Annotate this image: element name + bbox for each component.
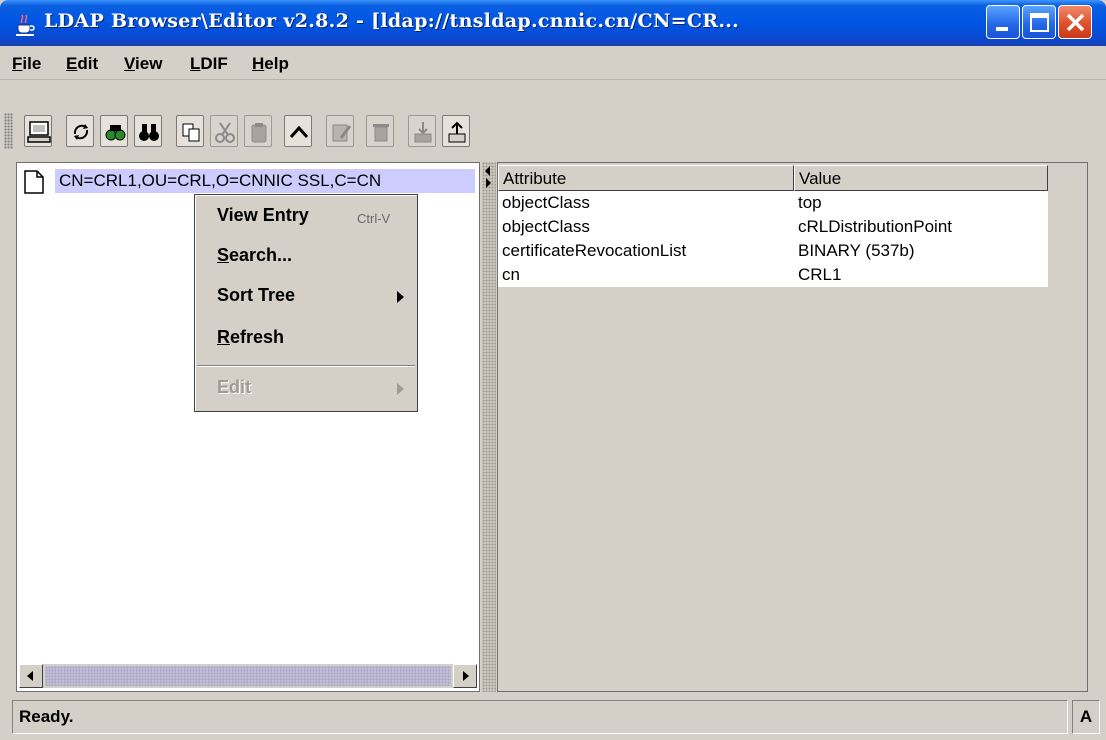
menu-help[interactable]: Help: [252, 54, 289, 74]
import-icon: [414, 122, 432, 143]
copy-icon: [182, 123, 200, 142]
split-pane-divider[interactable]: [482, 162, 496, 692]
attribute-cell: objectClass: [502, 217, 590, 236]
edit-entry-icon: [332, 124, 352, 142]
table-row[interactable]: objectClass cRLDistributionPoint: [498, 215, 1048, 239]
delete-icon: [373, 124, 389, 142]
scroll-right-button[interactable]: [453, 664, 477, 688]
connect-button[interactable]: [24, 115, 52, 147]
tree-node[interactable]: CN=CRL1,OU=CRL,O=CNNIC SSL,C=CN: [21, 169, 477, 194]
menu-item-refresh[interactable]: Refresh: [217, 327, 284, 348]
table-row[interactable]: certificateRevocationList BINARY (537b): [498, 239, 1048, 263]
import-button[interactable]: [408, 115, 436, 147]
menu-separator: [197, 365, 415, 367]
status-message: Ready.: [12, 700, 1068, 734]
menu-item-search[interactable]: Search...: [217, 245, 292, 266]
value-cell: cRLDistributionPoint: [798, 217, 953, 236]
value-cell: BINARY (537b): [798, 241, 915, 260]
up-level-icon: [289, 125, 309, 138]
column-header-value[interactable]: Value: [794, 165, 1048, 191]
export-button[interactable]: [442, 115, 470, 147]
menu-view[interactable]: View: [124, 54, 162, 74]
cut-button[interactable]: [210, 115, 238, 147]
attributes-panel: Attribute Value objectClass top objectCl…: [497, 162, 1088, 692]
menu-item-edit[interactable]: Edit: [217, 377, 251, 398]
menu-item-sort-tree[interactable]: Sort Tree: [217, 285, 295, 306]
window-title: LDAP Browser\Editor v2.8.2 - [ldap://tns…: [44, 10, 740, 32]
toolbar: [0, 81, 1106, 157]
value-cell: top: [798, 193, 822, 212]
menu-edit[interactable]: Edit: [66, 54, 98, 74]
attribute-cell: certificateRevocationList: [502, 241, 687, 260]
export-icon: [448, 121, 466, 143]
binoculars-icon: [139, 124, 159, 141]
close-button[interactable]: [1058, 5, 1092, 39]
context-menu: View Entry Ctrl-V Search... Sort Tree Re…: [194, 194, 418, 412]
submenu-arrow-icon: [397, 383, 404, 395]
menu-bar: File Edit View LDIF Help: [0, 46, 1106, 80]
table-body: objectClass top objectClass cRLDistribut…: [498, 191, 1048, 287]
title-bar[interactable]: LDAP Browser\Editor v2.8.2 - [ldap://tns…: [0, 0, 1106, 46]
refresh-button[interactable]: [66, 115, 94, 147]
refresh-icon: [73, 124, 89, 140]
menu-ldif[interactable]: LDIF: [190, 54, 228, 74]
arrow-left-icon: [27, 671, 33, 681]
table-header: Attribute Value: [498, 165, 1048, 191]
status-mode-indicator: A: [1072, 700, 1100, 734]
search-button[interactable]: [100, 115, 128, 147]
paste-button[interactable]: [244, 115, 272, 147]
status-bar: Ready. A: [0, 696, 1106, 740]
document-icon: [23, 170, 45, 199]
java-cup-icon: [12, 11, 38, 37]
menu-file[interactable]: File: [12, 54, 41, 74]
attribute-cell: cn: [502, 265, 520, 284]
paste-icon: [251, 123, 267, 143]
find-button[interactable]: [134, 115, 162, 147]
toolbar-grip[interactable]: [4, 113, 13, 149]
menu-item-view-entry[interactable]: View Entry: [217, 205, 309, 226]
minimize-icon: [996, 27, 1008, 31]
minimize-button[interactable]: [986, 5, 1020, 39]
arrow-right-icon: [463, 671, 469, 681]
value-cell: CRL1: [798, 265, 842, 284]
connect-computer-icon: [27, 121, 51, 143]
attribute-cell: objectClass: [502, 193, 590, 212]
tree-node-label[interactable]: CN=CRL1,OU=CRL,O=CNNIC SSL,C=CN: [55, 169, 475, 193]
scroll-thumb[interactable]: [45, 666, 451, 686]
delete-button[interactable]: [366, 115, 394, 147]
close-icon: [1066, 13, 1085, 32]
search-binoculars-color-icon: [105, 125, 126, 141]
copy-button[interactable]: [176, 115, 204, 147]
cut-icon: [215, 122, 235, 143]
edit-entry-button[interactable]: [326, 115, 354, 147]
column-header-attribute[interactable]: Attribute: [498, 165, 794, 191]
maximize-icon: [1030, 13, 1049, 32]
tree-horizontal-scrollbar[interactable]: [19, 664, 477, 688]
splitter-arrows-icon: [485, 166, 491, 188]
table-row[interactable]: cn CRL1: [498, 263, 1048, 287]
table-row[interactable]: objectClass top: [498, 191, 1048, 215]
maximize-button[interactable]: [1022, 5, 1056, 39]
submenu-arrow-icon: [397, 291, 404, 303]
scroll-left-button[interactable]: [19, 664, 43, 688]
view-entry-shortcut: Ctrl-V: [357, 211, 391, 226]
up-level-button[interactable]: [284, 115, 312, 147]
